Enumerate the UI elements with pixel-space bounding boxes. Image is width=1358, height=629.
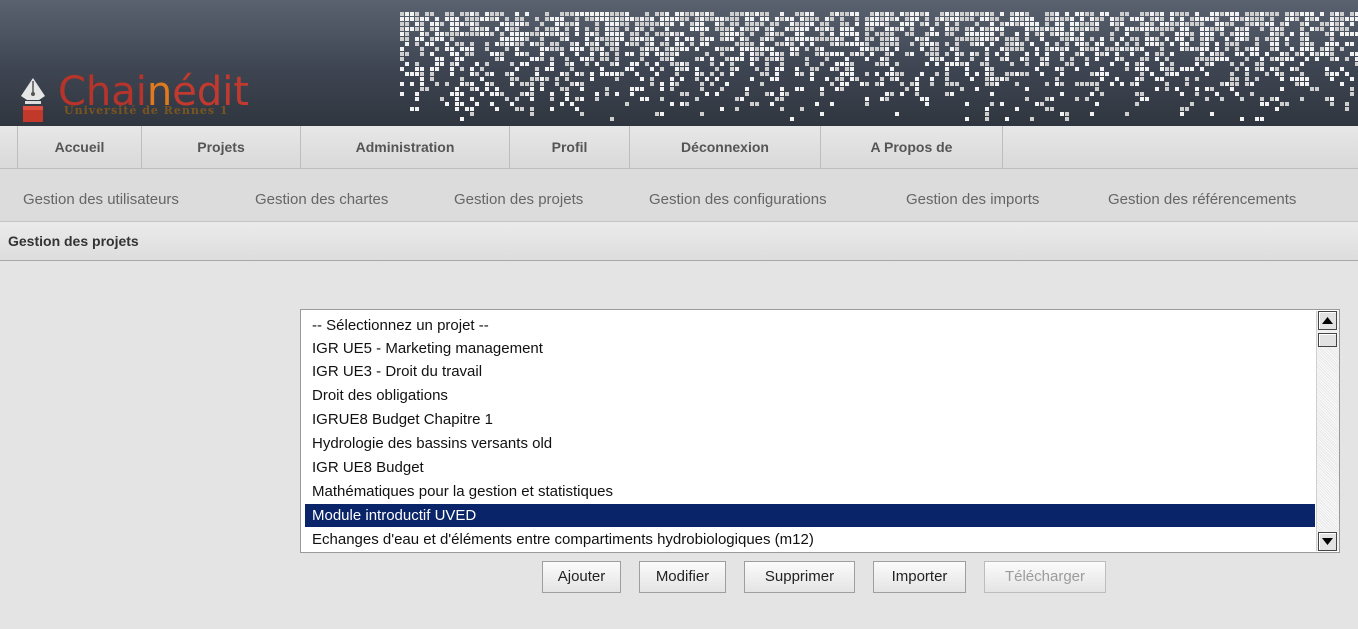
list-item[interactable]: Hydrologie des bassins versants old (305, 432, 1315, 455)
listbox-scrollbar[interactable] (1316, 311, 1339, 551)
scrollbar-thumb[interactable] (1318, 333, 1337, 347)
header-banner: Chainédit Université de Rennes 1 (0, 0, 1358, 126)
import-button[interactable]: Importer (873, 561, 966, 593)
subnav-item-configurations[interactable]: Gestion des configurations (649, 191, 827, 208)
add-button[interactable]: Ajouter (542, 561, 621, 593)
list-item[interactable]: Mathématiques pour la gestion et statist… (305, 480, 1315, 503)
download-button[interactable]: Télécharger (984, 561, 1106, 593)
tab-deconnexion[interactable]: Déconnexion (629, 126, 820, 168)
tab-accueil[interactable]: Accueil (17, 126, 141, 168)
list-item[interactable]: IGR UE3 - Droit du travail (305, 360, 1315, 383)
page-title: Gestion des projets (8, 233, 139, 249)
scroll-down-button[interactable] (1318, 532, 1337, 551)
tab-administration[interactable]: Administration (300, 126, 509, 168)
delete-button[interactable]: Supprimer (744, 561, 855, 593)
edit-button[interactable]: Modifier (639, 561, 726, 593)
section-header: Gestion des projets (0, 222, 1358, 261)
arrow-down-icon (1322, 538, 1333, 545)
list-item[interactable]: Echanges d'eau et d'éléments entre compa… (305, 528, 1315, 551)
subnav-item-projets[interactable]: Gestion des projets (454, 191, 583, 208)
fountain-pen-icon (21, 78, 45, 122)
list-item[interactable]: IGRUE8 Budget Chapitre 1 (305, 408, 1315, 431)
subnav-item-imports[interactable]: Gestion des imports (906, 191, 1039, 208)
subnav-item-referencements[interactable]: Gestion des référencements (1108, 191, 1296, 208)
list-item-selected[interactable]: Module introductif UVED (305, 504, 1315, 527)
list-item[interactable]: IGR UE5 - Marketing management (305, 337, 1315, 360)
subnav-item-chartes[interactable]: Gestion des chartes (255, 191, 388, 208)
subnav-item-utilisateurs[interactable]: Gestion des utilisateurs (23, 191, 179, 208)
tab-profil[interactable]: Profil (509, 126, 629, 168)
tab-projets[interactable]: Projets (141, 126, 300, 168)
tab-a-propos[interactable]: A Propos de (820, 126, 1003, 168)
scroll-up-button[interactable] (1318, 311, 1337, 330)
main-navigation: Accueil Projets Administration Profil Dé… (0, 126, 1358, 169)
list-item[interactable]: IGR UE8 Budget (305, 456, 1315, 479)
arrow-up-icon (1322, 317, 1333, 324)
project-listbox[interactable]: -- Sélectionnez un projet -- IGR UE5 - M… (300, 309, 1340, 553)
sub-navigation: Gestion des utilisateurs Gestion des cha… (0, 169, 1358, 222)
list-item[interactable]: Droit des obligations (305, 384, 1315, 407)
app-logo-subtitle: Université de Rennes 1 (64, 104, 229, 117)
list-item[interactable]: -- Sélectionnez un projet -- (305, 314, 1315, 337)
